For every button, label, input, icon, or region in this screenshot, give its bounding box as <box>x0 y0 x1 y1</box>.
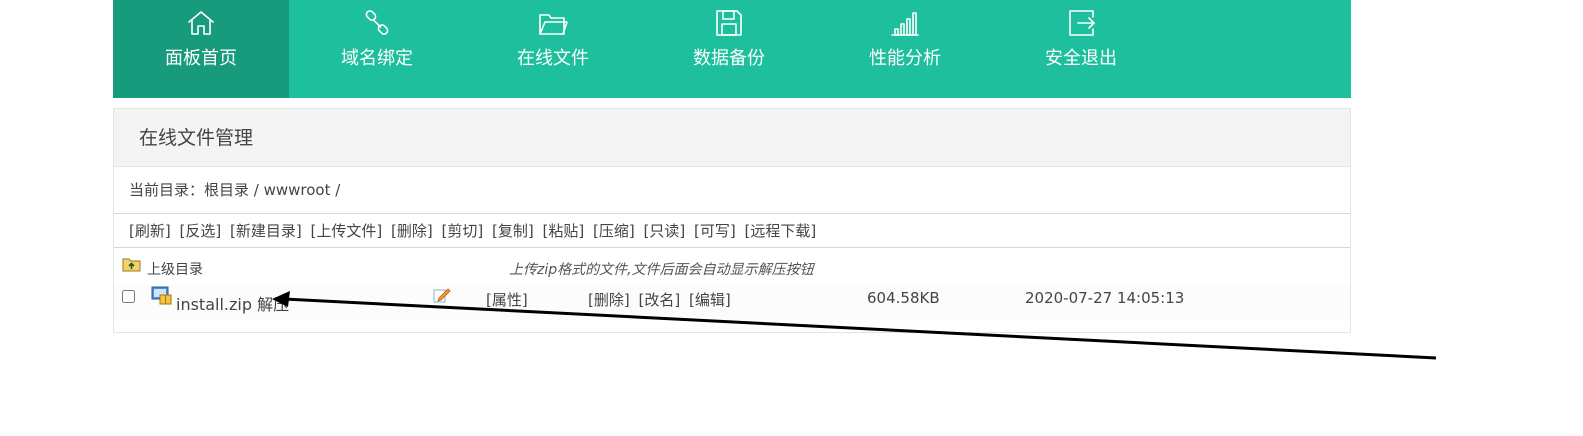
file-modified-time: 2020-07-27 14:05:13 <box>1025 289 1185 307</box>
compress-button[interactable]: [压缩] <box>593 222 635 240</box>
file-actions: [删除] [改名] [编辑] <box>588 289 735 310</box>
file-toolbar: [刷新] [反选] [新建目录] [上传文件] [删除] [剪切] [复制] [… <box>114 214 1350 248</box>
link-icon <box>361 6 393 40</box>
upload-button[interactable]: [上传文件] <box>311 222 383 240</box>
nav-item-performance[interactable]: 性能分析 <box>817 0 993 98</box>
remote-download-button[interactable]: [远程下载] <box>745 222 817 240</box>
nav-label: 在线文件 <box>517 48 589 69</box>
file-delete-link[interactable]: [删除] <box>588 291 630 309</box>
file-name-text[interactable]: install.zip <box>176 295 252 314</box>
nav-label: 域名绑定 <box>341 48 413 69</box>
nav-item-files[interactable]: 在线文件 <box>465 0 641 98</box>
file-size: 604.58KB <box>867 289 940 307</box>
paste-button[interactable]: [粘贴] <box>543 222 585 240</box>
home-icon <box>185 6 217 40</box>
panel-title: 在线文件管理 <box>114 109 1350 167</box>
nav-item-logout[interactable]: 安全退出 <box>993 0 1169 98</box>
nav-label: 数据备份 <box>693 48 765 69</box>
invert-selection-button[interactable]: [反选] <box>180 222 222 240</box>
nav-item-dashboard[interactable]: 面板首页 <box>113 0 289 98</box>
file-select-checkbox[interactable] <box>122 290 135 303</box>
nav-label: 面板首页 <box>165 48 237 69</box>
zip-file-icon <box>151 286 173 310</box>
nav-item-domain[interactable]: 域名绑定 <box>289 0 465 98</box>
bar-chart-icon <box>889 6 921 40</box>
file-manager-panel: 在线文件管理 当前目录：根目录 / wwwroot / [刷新] [反选] [新… <box>113 108 1351 333</box>
properties-link[interactable]: [属性] <box>486 289 528 310</box>
file-edit-link[interactable]: [编辑] <box>689 291 731 309</box>
nav-label: 性能分析 <box>869 48 941 69</box>
save-icon <box>713 6 745 40</box>
new-folder-button[interactable]: [新建目录] <box>230 222 302 240</box>
readonly-button[interactable]: [只读] <box>644 222 686 240</box>
parent-dir-link[interactable]: 上级目录 <box>147 259 203 279</box>
top-nav: 面板首页 域名绑定 在线文件 数据备份 性能分析 安全退出 <box>113 0 1351 98</box>
upload-hint: 上传zip格式的文件,文件后面会自动显示解压按钮 <box>509 262 814 278</box>
copy-button[interactable]: [复制] <box>492 222 534 240</box>
cut-button[interactable]: [剪切] <box>442 222 484 240</box>
file-name[interactable]: install.zip 解压 <box>176 291 289 315</box>
file-rename-link[interactable]: [改名] <box>639 291 681 309</box>
edit-pencil-icon[interactable] <box>433 287 451 307</box>
extract-link[interactable]: 解压 <box>257 295 289 314</box>
refresh-button[interactable]: [刷新] <box>129 222 171 240</box>
breadcrumb: 当前目录：根目录 / wwwroot / <box>114 167 1350 214</box>
writable-button[interactable]: [可写] <box>694 222 736 240</box>
logout-icon <box>1065 6 1097 40</box>
folder-up-icon[interactable] <box>122 256 142 277</box>
folder-icon <box>537 6 569 40</box>
delete-button[interactable]: [删除] <box>391 222 433 240</box>
file-row: install.zip 解压 [属性] [删除] [改名] [编辑] 604.5… <box>114 286 1350 320</box>
nav-item-backup[interactable]: 数据备份 <box>641 0 817 98</box>
parent-dir-row: 上级目录 上传zip格式的文件,文件后面会自动显示解压按钮 <box>114 248 1350 286</box>
nav-label: 安全退出 <box>1045 48 1117 69</box>
